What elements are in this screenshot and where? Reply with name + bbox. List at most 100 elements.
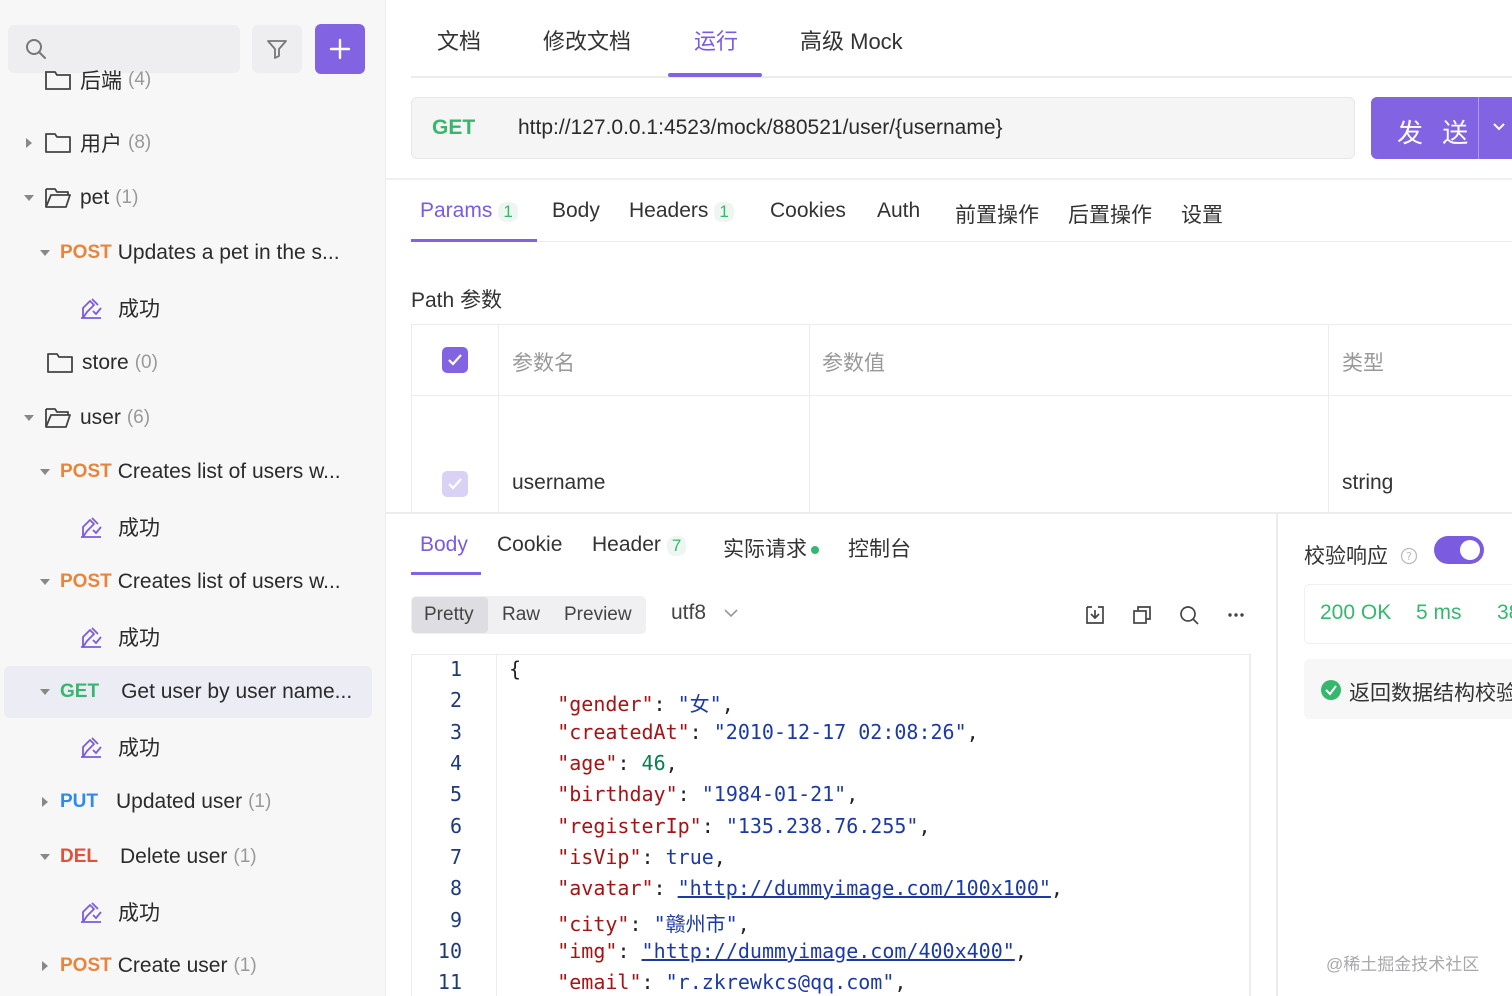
tree-api-update-user[interactable]: PUT Updated user (1) — [38, 776, 385, 828]
param-name-cell[interactable]: username — [512, 471, 605, 495]
code-line: "avatar": "http://dummyimage.com/100x100… — [557, 876, 1063, 900]
send-label: 发 送 — [1397, 118, 1475, 148]
tree-label: 后端 — [80, 70, 122, 93]
schema-check-card[interactable]: 返回数据结构校验 — [1304, 659, 1512, 719]
tree-case-success[interactable]: 成功 — [78, 886, 385, 938]
table-divider — [809, 325, 810, 513]
watermark: @稀土掘金技术社区 — [1326, 955, 1480, 974]
caret-right-icon — [22, 73, 36, 87]
tab-advanced-mock[interactable]: 高级 Mock — [800, 24, 903, 56]
tree-api-delete-user[interactable]: DEL Delete user (1) — [38, 831, 385, 883]
tree-count: (6) — [126, 407, 151, 428]
response-validation-panel: 校验响应 ? 200 OK 5 ms 38 返回数据结构校验 @稀土掘金技术社区 — [1280, 514, 1512, 996]
status-summary: 200 OK 5 ms 38 — [1304, 584, 1512, 644]
tab-post-ops[interactable]: 后置操作 — [1068, 199, 1152, 229]
method-badge: POST — [60, 242, 112, 263]
url-bar[interactable]: GET http://127.0.0.1:4523/mock/880521/us… — [411, 97, 1355, 159]
resp-tab-console[interactable]: 控制台 — [848, 533, 911, 563]
tree-api-create-list-1[interactable]: POST Creates list of users w... — [38, 446, 385, 498]
download-icon[interactable] — [1084, 604, 1106, 626]
format-raw[interactable]: Raw — [502, 604, 540, 626]
code-line: "gender": "女", — [557, 692, 734, 716]
active-tab-indicator — [411, 572, 481, 575]
tree-label: Create user — [117, 954, 228, 977]
folder-open-icon — [44, 186, 72, 210]
method-badge: POST — [60, 461, 112, 482]
param-type-cell[interactable]: string — [1342, 471, 1393, 495]
code-viewer[interactable]: 1 2 3 4 5 6 7 8 9 10 11 { "gender": "女",… — [411, 654, 1251, 996]
tab-settings[interactable]: 设置 — [1181, 199, 1223, 229]
add-button[interactable] — [315, 24, 365, 74]
tab-headers[interactable]: Headers 1 — [629, 199, 734, 223]
tab-auth[interactable]: Auth — [877, 199, 920, 223]
path-params-table: 参数名 参数值 类型 username string — [411, 324, 1512, 513]
help-icon[interactable]: ? — [1400, 547, 1418, 565]
resp-tab-body[interactable]: Body — [420, 533, 468, 557]
tab-docs[interactable]: 文档 — [437, 24, 481, 56]
resp-tab-cookie[interactable]: Cookie — [497, 533, 562, 557]
tree-count: (1) — [233, 846, 257, 867]
tree-case-success[interactable]: 成功 — [78, 611, 385, 663]
request-method[interactable]: GET — [432, 116, 475, 140]
test-case-icon — [78, 899, 104, 925]
response-panel: Body Cookie Header 7 实际请求 控制台 Pretty Raw … — [386, 512, 1512, 996]
request-url-input[interactable]: http://127.0.0.1:4523/mock/880521/user/{… — [518, 116, 1003, 140]
status-dot — [811, 546, 819, 555]
tree-folder-pet[interactable]: pet (1) — [22, 172, 385, 224]
filter-button[interactable] — [252, 25, 302, 73]
select-all-checkbox[interactable] — [442, 347, 468, 373]
tree-api-create-user[interactable]: POST Create user (1) — [38, 940, 385, 992]
row-checkbox[interactable] — [442, 471, 468, 497]
sidebar: 后端 (4) 用户 (8) pet (1) POST Updates a pet… — [0, 0, 386, 996]
tab-edit-docs[interactable]: 修改文档 — [543, 24, 631, 56]
column-header-value: 参数值 — [822, 352, 885, 375]
format-pretty[interactable]: Pretty — [424, 604, 474, 626]
tree-case-success[interactable]: 成功 — [78, 282, 385, 334]
tree-label: 成功 — [118, 902, 160, 925]
check-icon — [448, 478, 462, 490]
count-badge: 1 — [714, 202, 734, 222]
code-line: "age": 46, — [557, 751, 678, 775]
line-number: 3 — [449, 720, 462, 744]
caret-down-icon — [38, 685, 52, 699]
resp-tab-actual-request[interactable]: 实际请求 — [723, 533, 819, 563]
line-number: 10 — [437, 939, 462, 963]
format-preview[interactable]: Preview — [564, 604, 632, 626]
caret-down-icon — [22, 411, 36, 425]
encoding-select[interactable]: utf8 — [671, 601, 740, 625]
send-button[interactable]: 发 送 — [1371, 97, 1512, 159]
tree-label: Get user by user name... — [121, 680, 353, 703]
filter-icon — [267, 40, 287, 59]
tree-api-update-pet[interactable]: POST Updates a pet in the s... — [38, 227, 385, 279]
tree-api-get-user[interactable]: GET Get user by user name... — [4, 666, 372, 718]
copy-icon[interactable] — [1131, 604, 1153, 626]
tab-run[interactable]: 运行 — [694, 24, 738, 56]
tree-case-success[interactable]: 成功 — [78, 501, 385, 553]
tree-label: Updated user — [116, 790, 243, 813]
caret-down-icon — [22, 191, 36, 205]
resp-tab-header[interactable]: Header 7 — [592, 533, 687, 557]
tab-body[interactable]: Body — [552, 199, 600, 223]
link[interactable]: "http://dummyimage.com/400x400" — [642, 939, 1015, 963]
line-number: 4 — [449, 751, 462, 775]
method-badge: POST — [60, 571, 112, 592]
tree-folder-store[interactable]: store (0) — [46, 337, 385, 389]
tree-api-create-list-2[interactable]: POST Creates list of users w... — [38, 556, 385, 608]
link[interactable]: "http://dummyimage.com/100x100" — [678, 876, 1051, 900]
search-box[interactable] — [8, 25, 240, 73]
tab-pre-ops[interactable]: 前置操作 — [955, 199, 1039, 229]
chevron-down-icon[interactable] — [1491, 121, 1507, 133]
verify-toggle[interactable] — [1434, 536, 1484, 564]
search-icon[interactable] — [1178, 604, 1200, 626]
tree-folder-user[interactable]: user (6) — [22, 392, 385, 444]
code-line: "birthday": "1984-01-21", — [557, 782, 859, 806]
tree-folder-users-cn[interactable]: 用户 (8) — [22, 117, 385, 169]
tree-case-success[interactable]: 成功 — [78, 721, 385, 773]
tree-count: (0) — [134, 352, 158, 373]
more-icon[interactable] — [1226, 604, 1246, 626]
tree-label: 成功 — [118, 627, 160, 650]
tab-cookies[interactable]: Cookies — [770, 199, 846, 223]
table-divider — [1328, 325, 1329, 513]
tree-folder-backend[interactable]: 后端 (4) — [22, 70, 385, 100]
tab-params[interactable]: Params 1 — [420, 199, 518, 223]
